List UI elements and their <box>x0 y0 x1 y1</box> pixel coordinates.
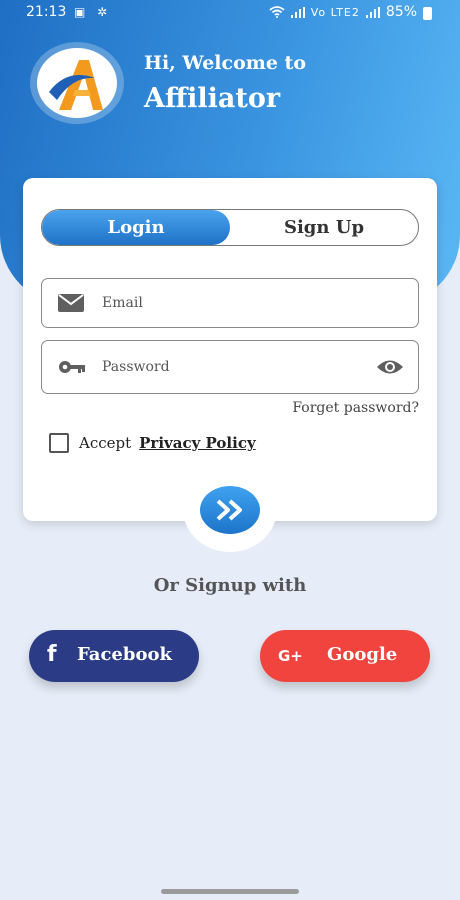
status-right: Vo LTE2 85% <box>269 4 432 20</box>
facebook-button[interactable]: f Facebook <box>29 630 199 682</box>
google-label: Google <box>327 644 398 665</box>
double-chevron-right-icon <box>216 499 242 521</box>
network-label: Vo LTE2 <box>310 5 360 19</box>
signal-icon-2 <box>365 6 380 18</box>
google-plus-icon: G+ <box>278 647 303 665</box>
accept-checkbox[interactable] <box>49 433 69 453</box>
password-field-container <box>41 340 419 394</box>
signal-icon <box>290 6 305 18</box>
wifi-icon <box>269 6 285 18</box>
google-button[interactable]: G+ Google <box>260 630 430 682</box>
key-icon <box>59 361 85 373</box>
forget-password-link[interactable]: Forget password? <box>292 400 419 416</box>
submit-button-holder <box>183 466 277 552</box>
affiliator-logo-icon <box>49 60 103 110</box>
email-input[interactable] <box>102 279 372 327</box>
status-time: 21:13 <box>26 4 67 20</box>
email-field-container <box>41 278 419 328</box>
privacy-policy-link[interactable]: Privacy Policy <box>139 434 256 452</box>
auth-tabs: Login Sign Up <box>41 209 419 246</box>
logo-badge <box>37 48 117 118</box>
facebook-label: Facebook <box>77 644 172 665</box>
app-title: Affiliator <box>144 83 281 114</box>
tab-signup[interactable]: Sign Up <box>230 210 418 245</box>
submit-button[interactable] <box>200 486 260 534</box>
facebook-icon: f <box>47 642 57 667</box>
status-bar: 21:13 ▣ ✲ Vo LTE2 85% <box>0 0 460 26</box>
battery-icon <box>423 6 432 20</box>
tab-login[interactable]: Login <box>42 210 230 245</box>
battery-percent: 85% <box>385 4 417 20</box>
welcome-text: Hi, Welcome to <box>144 52 306 74</box>
password-input[interactable] <box>102 341 372 393</box>
accept-label: Accept <box>79 434 132 452</box>
eye-icon[interactable] <box>376 358 404 376</box>
or-signup-text: Or Signup with <box>153 575 307 596</box>
app-logo <box>30 42 124 124</box>
mail-icon <box>58 294 84 312</box>
privacy-consent-row: Accept Privacy Policy <box>49 433 256 453</box>
home-indicator[interactable] <box>161 889 299 894</box>
status-notification-icons: ▣ ✲ <box>74 5 112 19</box>
